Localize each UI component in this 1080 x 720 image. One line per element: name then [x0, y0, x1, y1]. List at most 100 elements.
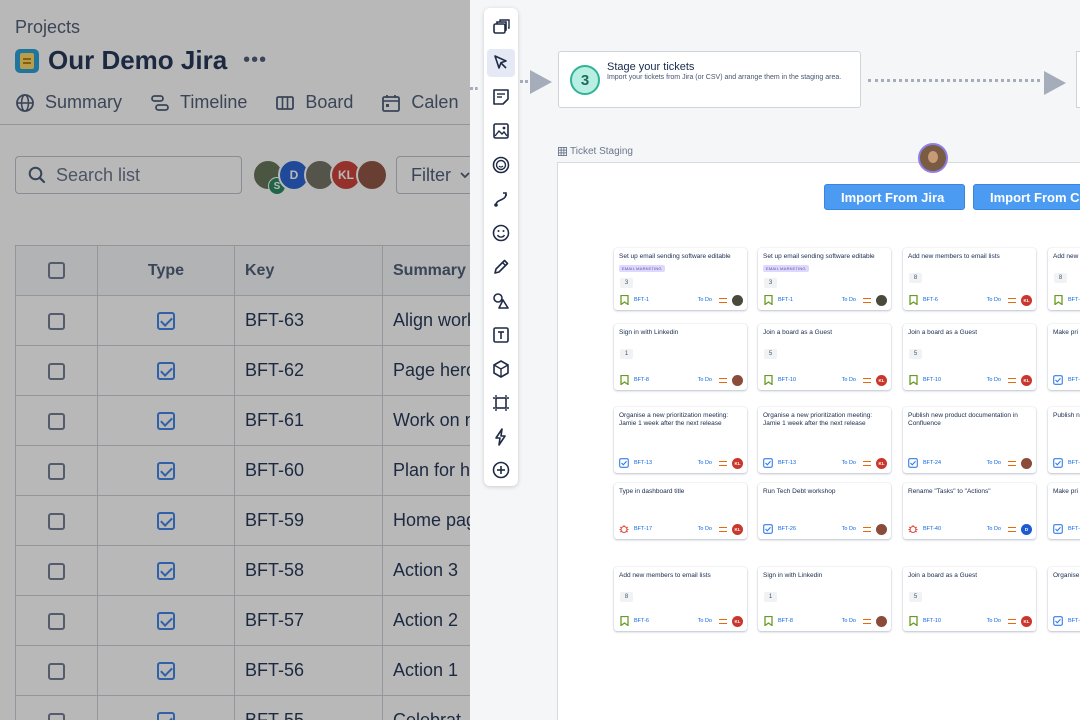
ticket-card[interactable]: Set up email sending software editable EM… — [614, 248, 747, 310]
ticket-key[interactable]: BFT-1 — [778, 297, 793, 303]
ticket-status[interactable]: To Do — [987, 618, 1001, 624]
avatar[interactable] — [356, 159, 388, 191]
row-key[interactable]: BFT-55 — [234, 695, 383, 720]
ticket-status[interactable]: To Do — [842, 297, 856, 303]
ticket-status[interactable]: To Do — [698, 618, 712, 624]
ticket-status[interactable]: To Do — [698, 297, 712, 303]
ticket-card[interactable]: Make pri sure whe change b BFT- — [1048, 483, 1080, 539]
tool-text[interactable] — [487, 321, 515, 349]
ticket-key[interactable]: BFT-17 — [634, 526, 652, 532]
row-summary[interactable]: Celebrat — [382, 695, 470, 720]
ticket-key[interactable]: BFT-8 — [634, 377, 649, 383]
row-key[interactable]: BFT-63 — [234, 295, 383, 346]
row-summary[interactable]: Action 3 — [382, 545, 470, 596]
select-all-checkbox[interactable] — [48, 261, 65, 279]
row-summary[interactable]: Work on n — [382, 395, 470, 446]
column-header-key[interactable]: Key — [234, 245, 383, 296]
tool-emoji[interactable] — [487, 219, 515, 247]
ticket-assignee-avatar[interactable]: D — [1021, 523, 1032, 535]
ticket-key[interactable]: BFT-10 — [923, 377, 941, 383]
row-summary[interactable]: Action 2 — [382, 595, 470, 646]
ticket-assignee-avatar[interactable] — [876, 523, 887, 535]
ticket-status[interactable]: To Do — [987, 526, 1001, 532]
ticket-status[interactable]: To Do — [698, 460, 712, 466]
filter-button[interactable]: Filter — [396, 156, 470, 194]
row-checkbox[interactable] — [48, 362, 65, 380]
row-summary[interactable]: Action 1 — [382, 645, 470, 696]
table-row[interactable]: BFT-63 Align work — [15, 295, 470, 346]
row-checkbox[interactable] — [48, 512, 65, 530]
row-checkbox[interactable] — [48, 612, 65, 630]
tool-sticky-note[interactable] — [487, 83, 515, 111]
row-checkbox[interactable] — [48, 412, 65, 430]
tool-automation[interactable] — [487, 423, 515, 451]
row-key[interactable]: BFT-58 — [234, 545, 383, 596]
ticket-card[interactable]: Publish n Confluen BFT- — [1048, 407, 1080, 473]
ticket-assignee-avatar[interactable] — [732, 294, 743, 306]
ticket-assignee-avatar[interactable] — [876, 294, 887, 306]
ticket-card[interactable]: Add new members to email lists 8 BFT-6 To D… — [903, 248, 1036, 310]
ticket-card[interactable]: Join a board as a Guest 5 BFT-10 To Do KL — [903, 324, 1036, 390]
ticket-assignee-avatar[interactable]: KL — [876, 457, 887, 469]
tab-board[interactable]: Board — [275, 92, 353, 113]
ticket-card[interactable]: Add new 8 BFT- — [1048, 248, 1080, 310]
ticket-status[interactable]: To Do — [698, 377, 712, 383]
search-box[interactable] — [15, 156, 242, 194]
table-row[interactable]: BFT-55 Celebrat — [15, 695, 470, 720]
ticket-key[interactable]: BFT-6 — [923, 297, 938, 303]
ticket-key[interactable]: BFT- — [1068, 460, 1080, 466]
import-from-csv-button[interactable]: Import From CSV — [973, 184, 1080, 210]
ticket-status[interactable]: To Do — [987, 460, 1001, 466]
table-row[interactable]: BFT-57 Action 2 — [15, 595, 470, 646]
row-summary[interactable]: Plan for h — [382, 445, 470, 496]
ticket-card[interactable]: Sign in with Linkedin 1 BFT-8 To Do — [614, 324, 747, 390]
ticket-key[interactable]: BFT-1 — [634, 297, 649, 303]
table-row[interactable]: BFT-61 Work on n — [15, 395, 470, 446]
ticket-status[interactable]: To Do — [987, 377, 1001, 383]
ticket-key[interactable]: BFT-26 — [778, 526, 796, 532]
table-row[interactable]: BFT-56 Action 1 — [15, 645, 470, 696]
search-input[interactable] — [56, 164, 236, 186]
ticket-status[interactable]: To Do — [842, 460, 856, 466]
ticket-key[interactable]: BFT-40 — [923, 526, 941, 532]
import-from-jira-button[interactable]: Import From Jira — [824, 184, 965, 210]
ticket-assignee-avatar[interactable]: KL — [1021, 374, 1032, 386]
ticket-status[interactable]: To Do — [698, 526, 712, 532]
tool-pen[interactable] — [487, 253, 515, 281]
column-header-type[interactable]: Type — [97, 245, 235, 296]
ticket-status[interactable]: To Do — [842, 618, 856, 624]
ticket-key[interactable]: BFT-10 — [923, 618, 941, 624]
ticket-assignee-avatar[interactable] — [876, 615, 887, 627]
ticket-status[interactable]: To Do — [842, 526, 856, 532]
ticket-card[interactable]: Rename "Tasks" to "Actions" BFT-40 To Do D — [903, 483, 1036, 539]
tool-sticker[interactable] — [487, 151, 515, 179]
ticket-assignee-avatar[interactable]: KL — [732, 523, 743, 535]
tool-image[interactable] — [487, 117, 515, 145]
table-row[interactable]: BFT-60 Plan for h — [15, 445, 470, 496]
ticket-card[interactable]: Make pri sure whe change b BFT- — [1048, 324, 1080, 390]
row-summary[interactable]: Page hero — [382, 345, 470, 396]
column-header-summary[interactable]: Summary — [382, 245, 470, 296]
row-key[interactable]: BFT-57 — [234, 595, 383, 646]
ticket-assignee-avatar[interactable]: KL — [732, 457, 743, 469]
ticket-assignee-avatar[interactable] — [1021, 457, 1032, 469]
ticket-card[interactable]: Set up email sending software editable EM… — [758, 248, 891, 310]
row-checkbox[interactable] — [48, 562, 65, 580]
tool-3d[interactable] — [487, 355, 515, 383]
ticket-card[interactable]: Run Tech Debt workshop BFT-26 To Do — [758, 483, 891, 539]
ticket-key[interactable]: BFT-13 — [634, 460, 652, 466]
row-key[interactable]: BFT-60 — [234, 445, 383, 496]
ticket-key[interactable]: BFT- — [1068, 618, 1080, 624]
tool-add[interactable] — [487, 456, 515, 484]
row-key[interactable]: BFT-62 — [234, 345, 383, 396]
tool-frames[interactable] — [487, 13, 515, 41]
row-key[interactable]: BFT-59 — [234, 495, 383, 546]
ticket-card[interactable]: Add new members to email lists 8 BFT-6 To D… — [614, 567, 747, 631]
row-checkbox[interactable] — [48, 312, 65, 330]
table-row[interactable]: BFT-58 Action 3 — [15, 545, 470, 596]
ticket-key[interactable]: BFT-24 — [923, 460, 941, 466]
tool-connector[interactable] — [487, 185, 515, 213]
ticket-card[interactable]: Publish new product documentation in Con… — [903, 407, 1036, 473]
row-checkbox[interactable] — [48, 462, 65, 480]
ticket-key[interactable]: BFT-6 — [634, 618, 649, 624]
